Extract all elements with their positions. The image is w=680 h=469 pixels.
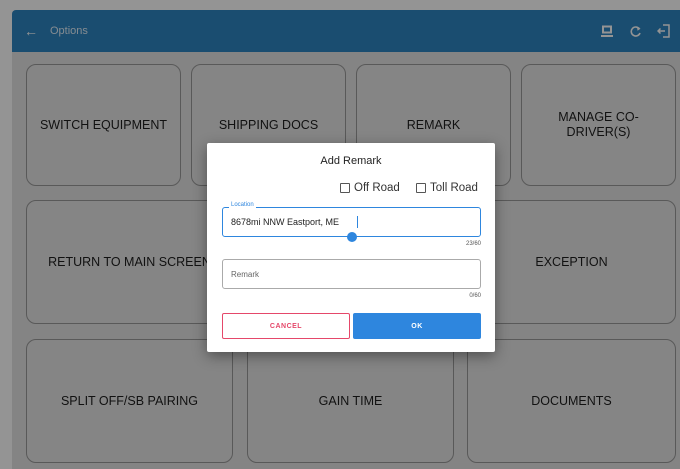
location-label: Location: [229, 202, 256, 208]
remark-char-count: 0/60: [469, 293, 481, 299]
location-value: 8678mi NNW Eastport, ME: [231, 217, 340, 227]
toll-road-checkbox[interactable]: Toll Road: [416, 182, 478, 194]
text-selection-handle[interactable]: [347, 232, 357, 242]
add-remark-dialog: Add Remark Off Road Toll Road Location 8…: [207, 143, 495, 352]
location-char-count: 23/60: [465, 241, 481, 247]
cancel-button[interactable]: CANCEL: [222, 313, 350, 339]
off-road-checkbox[interactable]: Off Road: [340, 182, 400, 194]
checkbox-icon: [416, 183, 426, 193]
ok-button[interactable]: OK: [353, 313, 481, 339]
checkbox-icon: [340, 183, 350, 193]
remark-placeholder: Remark: [231, 270, 260, 279]
text-caret: [357, 216, 358, 228]
dialog-title: Add Remark: [320, 155, 382, 167]
location-input[interactable]: Location 8678mi NNW Eastport, ME: [222, 202, 481, 242]
remark-input[interactable]: Remark: [222, 259, 481, 289]
